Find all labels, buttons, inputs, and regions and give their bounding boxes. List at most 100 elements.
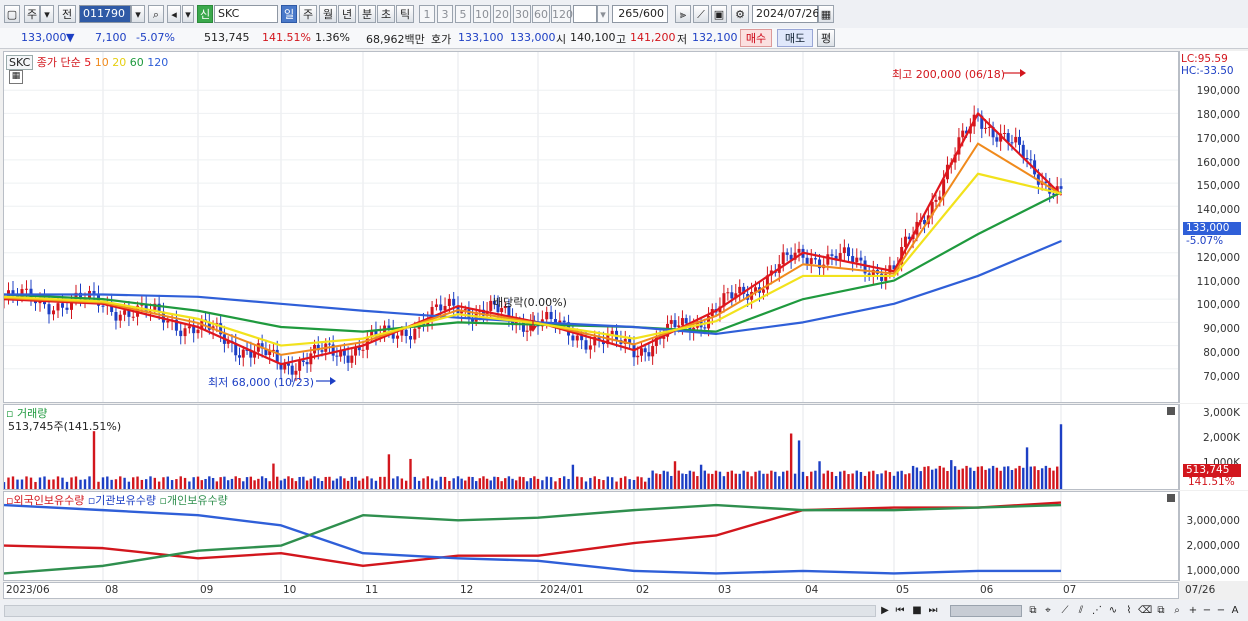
interval-1[interactable]: 1 [419, 5, 435, 23]
scroll-right-icon[interactable]: ▶ [878, 603, 892, 618]
crosshair-icon[interactable]: ⌖ [1041, 603, 1055, 618]
candle-body [677, 325, 681, 328]
chevron-down-icon[interactable]: ▾ [40, 5, 54, 23]
stock-name-field[interactable]: SKC [214, 5, 278, 23]
trend-line-icon[interactable]: ⟋ [1058, 603, 1072, 618]
code-dropdown-icon[interactable]: ▾ [131, 5, 145, 23]
panel-close-icon[interactable] [1167, 407, 1175, 415]
volume-bar [738, 473, 741, 489]
volume-bar [283, 478, 286, 489]
volume-bar [223, 476, 226, 489]
candle-body [166, 320, 170, 323]
erase-icon[interactable]: ⌫ [1138, 603, 1152, 618]
volume-bar [215, 481, 219, 489]
custom-interval-dropdown-icon[interactable]: ▾ [597, 5, 609, 23]
interval-120[interactable]: 120 [551, 5, 573, 23]
panel-close-icon[interactable] [1167, 494, 1175, 502]
candle-icon[interactable]: ⫸ [675, 5, 691, 23]
high-arrow-head [1020, 69, 1026, 77]
table-icon[interactable]: ▦ [9, 70, 23, 84]
volume-bar [810, 471, 813, 489]
candle-body [346, 355, 350, 363]
zoom-out-icon[interactable]: − [1200, 603, 1214, 618]
interval-20[interactable]: 20 [493, 5, 511, 23]
buy-button[interactable]: 매수 [740, 29, 772, 47]
zoom-in-icon[interactable]: + [1186, 603, 1200, 618]
interval-3[interactable]: 3 [437, 5, 453, 23]
date-input[interactable]: 2024/07/26 [752, 5, 819, 23]
candle-body [761, 289, 765, 293]
search-icon[interactable]: ⌕ [1170, 603, 1184, 618]
interval-5[interactable]: 5 [455, 5, 471, 23]
volume-bar [797, 440, 801, 489]
volume-bar [1052, 470, 1055, 489]
line-draw-icon[interactable]: ⟋ [693, 5, 709, 23]
period-year[interactable]: 년 [338, 5, 356, 23]
volume-bar [847, 474, 850, 489]
cycle-icon[interactable]: ⌇ [1122, 603, 1136, 618]
period-month[interactable]: 월 [319, 5, 337, 23]
candle-body [361, 349, 365, 351]
volume-bar [47, 479, 51, 489]
period-minute[interactable]: 분 [358, 5, 376, 23]
interval-10[interactable]: 10 [473, 5, 491, 23]
price-chart-svg[interactable] [4, 52, 1178, 402]
interval-60[interactable]: 60 [532, 5, 550, 23]
candle-body [238, 355, 241, 358]
text-tool-icon[interactable]: A [1228, 603, 1242, 618]
period-day[interactable]: 일 [281, 5, 297, 23]
volume-bar [855, 470, 858, 489]
volume-bar [396, 476, 399, 489]
holding-panel[interactable]: ▫외국인보유수량 ▫기관보유수량 ▫개인보유수량 [3, 491, 1179, 581]
jeon-button[interactable]: 전 [58, 5, 76, 23]
zoom-box-icon[interactable]: ⧉ [1026, 603, 1040, 618]
volume-bar [1048, 467, 1051, 489]
period-second[interactable]: 초 [377, 5, 395, 23]
candle-body [545, 311, 549, 320]
sell-button[interactable]: 매도 [777, 29, 813, 47]
candle-body [56, 303, 60, 311]
search-icon[interactable]: ⌕ [148, 5, 164, 23]
wave-icon[interactable]: ∿ [1106, 603, 1120, 618]
eval-button[interactable]: 평 [817, 29, 835, 47]
candle-body [562, 320, 566, 323]
type-select[interactable]: 주 [24, 5, 40, 23]
y-tick: 190,000 [1196, 85, 1240, 97]
window-icon[interactable]: ▢ [4, 5, 20, 23]
volume-panel[interactable]: ▫ 거래량 513,745주(141.51%) [3, 404, 1179, 490]
volume-bar [253, 480, 256, 489]
period-week[interactable]: 주 [299, 5, 317, 23]
scrollbar-track[interactable] [4, 605, 876, 617]
speaker-icon[interactable]: ◂ [167, 5, 181, 23]
volume-bar [742, 470, 745, 489]
volume-bar [374, 480, 378, 489]
copy-icon[interactable]: ⧉ [1154, 603, 1168, 618]
custom-interval-input[interactable] [573, 5, 597, 23]
stock-tag[interactable]: SKC [6, 55, 34, 70]
volume-bar [658, 474, 662, 489]
volume-bar [294, 481, 298, 489]
speaker-dropdown-icon[interactable]: ▾ [182, 5, 194, 23]
last-page-icon[interactable]: ⏭ [926, 603, 940, 618]
fan-icon[interactable]: ⋰ [1090, 603, 1104, 618]
ma-point [457, 321, 459, 324]
calendar-icon[interactable]: ▦ [818, 5, 834, 23]
volume-chart-svg[interactable] [4, 405, 1178, 489]
first-page-icon[interactable]: ⏮ [893, 603, 907, 618]
stock-code-input[interactable]: 011790 [79, 5, 131, 23]
period-tick[interactable]: 틱 [396, 5, 414, 23]
volume-bar [643, 481, 647, 489]
gear-icon[interactable]: ⚙ [731, 5, 749, 23]
stop-icon[interactable]: ■ [910, 603, 924, 618]
interval-30[interactable]: 30 [513, 5, 531, 23]
minus-icon[interactable]: − [1214, 603, 1228, 618]
scrollbar-thumb[interactable] [950, 605, 1022, 617]
fib-icon[interactable]: ⫽ [1074, 603, 1088, 618]
price-panel[interactable]: SKC 종가 단순 5 10 20 60 120 ▦ 최고 200,000 (0… [3, 51, 1179, 403]
data-count-input[interactable]: 265/600 [612, 5, 668, 23]
volume-bar [714, 470, 718, 489]
candle-body [309, 353, 313, 365]
candle-body [636, 355, 640, 358]
save-icon[interactable]: ▣ [711, 5, 727, 23]
volume-bar [834, 476, 838, 489]
